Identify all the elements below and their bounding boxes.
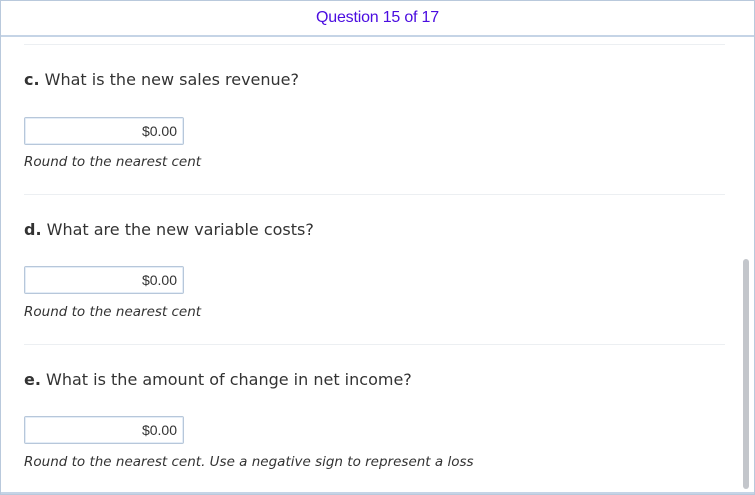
answer-input-c[interactable]: [24, 117, 184, 145]
scrollbar-thumb[interactable]: [743, 259, 749, 489]
question-d-letter: d.: [24, 220, 42, 239]
question-panel: Question 15 of 17 c. What is the new sal…: [0, 0, 755, 495]
divider: [24, 44, 725, 45]
question-c-letter: c.: [24, 70, 40, 89]
question-c-prompt: What is the new sales revenue?: [44, 70, 299, 89]
question-e-letter: e.: [24, 370, 41, 389]
divider: [24, 344, 725, 345]
question-d-text: d. What are the new variable costs?: [24, 220, 725, 240]
question-header: Question 15 of 17: [1, 1, 754, 37]
question-c: c. What is the new sales revenue? Round …: [24, 70, 725, 170]
answer-input-e[interactable]: [24, 416, 184, 444]
hint-e: Round to the nearest cent. Use a negativ…: [24, 454, 474, 470]
question-counter: Question 15 of 17: [316, 9, 439, 26]
question-c-text: c. What is the new sales revenue?: [24, 70, 725, 90]
hint-c: Round to the nearest cent: [24, 154, 202, 170]
panel-bottom-border: [1, 492, 754, 494]
answer-input-d[interactable]: [24, 266, 184, 294]
question-e-text: e. What is the amount of change in net i…: [24, 370, 725, 390]
question-e-prompt: What is the amount of change in net inco…: [46, 370, 412, 389]
hint-d: Round to the nearest cent: [24, 304, 202, 320]
question-d: d. What are the new variable costs? Roun…: [24, 220, 725, 320]
question-d-prompt: What are the new variable costs?: [46, 220, 314, 239]
divider: [24, 194, 725, 195]
question-e: e. What is the amount of change in net i…: [24, 370, 725, 470]
